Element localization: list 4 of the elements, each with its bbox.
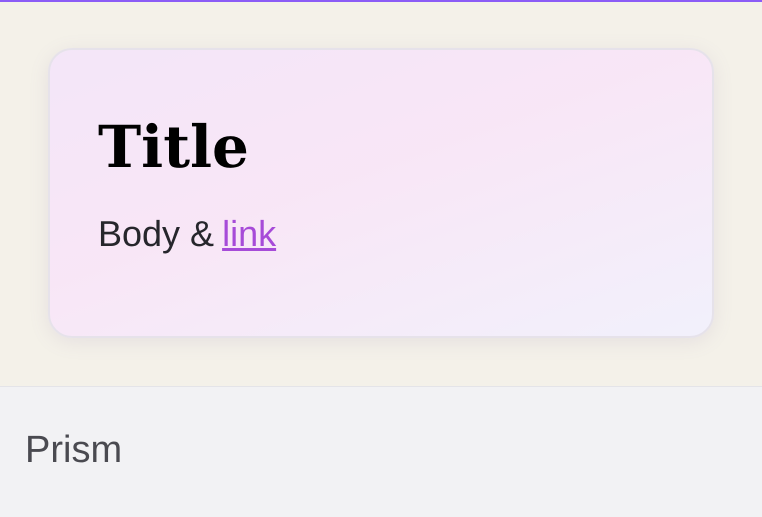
link[interactable]: link	[222, 216, 276, 252]
body-text: Body &	[98, 216, 214, 252]
footer-label: Prism	[25, 429, 122, 471]
card-title: Title	[98, 118, 250, 176]
